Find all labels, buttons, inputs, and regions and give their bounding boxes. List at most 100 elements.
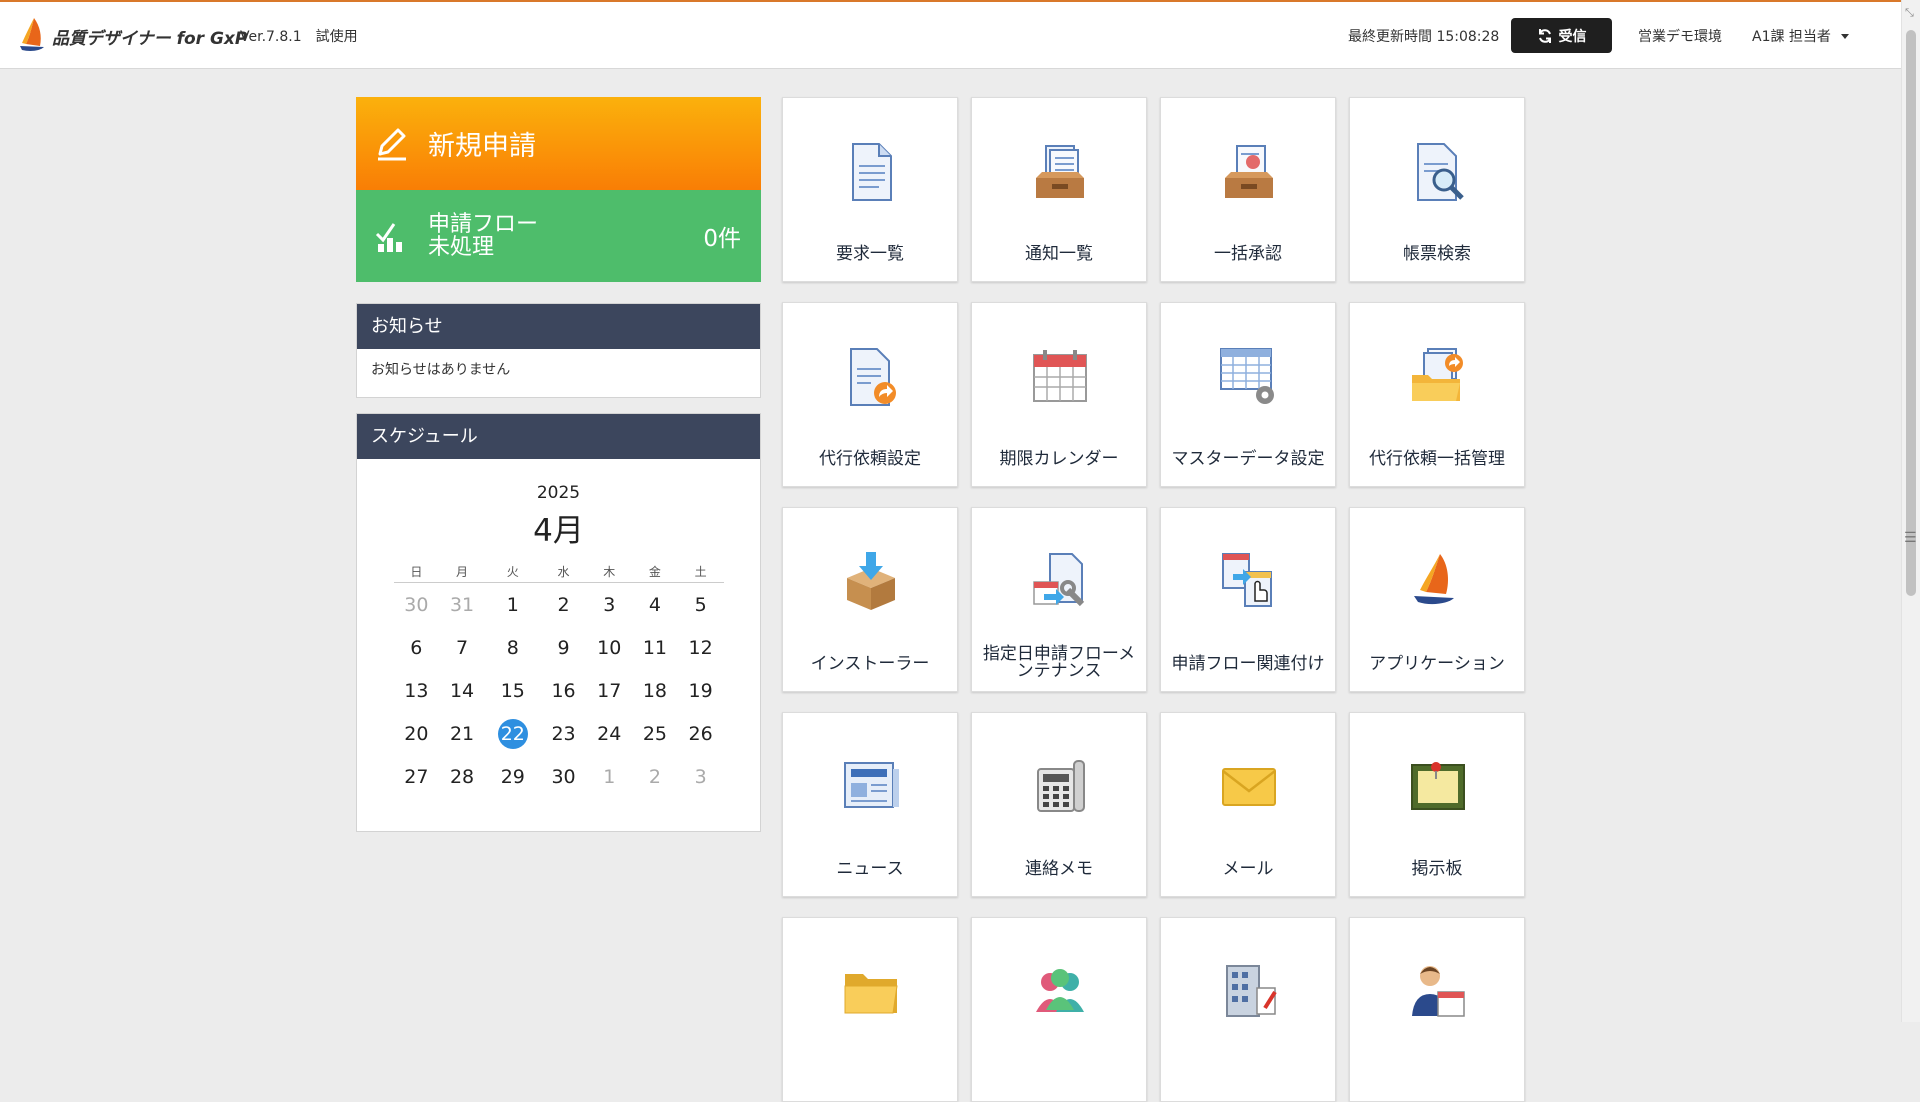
calendar-week: 30 31 1 2 3 4 5 [394,583,724,627]
menu-tile[interactable]: インストーラー [782,507,958,692]
calendar-day[interactable]: 1 [586,755,632,798]
calendar-day[interactable]: 18 [632,669,678,712]
calendar: 2025 4月 日月火水木金土 30 31 1 2 3 4 5 6 7 8 9 10 11 12 13 14 1… [357,459,760,798]
document-search-icon [1417,143,1464,201]
folder-forward-icon [1412,348,1463,401]
menu-tile-label: 代行依頼一括管理 [1369,449,1505,469]
calendar-day[interactable]: 4 [632,583,678,627]
menu-tile[interactable]: 期限カレンダー [971,302,1147,487]
calendar-day[interactable]: 29 [485,755,541,798]
pending-flow-tile[interactable]: 申請フロー 未処理 0件 [356,190,761,282]
menu-tile[interactable]: 帳票検索 [1349,97,1525,282]
caret-down-icon [1840,33,1849,39]
menu-tile-label: 帳票検索 [1403,244,1471,264]
receive-button[interactable]: 受信 [1511,18,1612,53]
schedule-title: スケジュール [357,414,760,459]
new-application-label: 新規申請 [428,131,536,162]
calendar-day[interactable]: 30 [541,755,587,798]
approval-tray-icon [1225,145,1273,198]
menu-tile[interactable]: 指定日申請フローメンテナンス [971,507,1147,692]
menu-tile-label: メール [1222,859,1274,879]
menu-tile[interactable]: ニュース [782,712,958,897]
menu-tile[interactable]: アプリケーション [1349,507,1525,692]
menu-tile[interactable] [1349,917,1525,1102]
calendar-day[interactable]: 7 [439,626,485,669]
calendar-day[interactable]: 8 [485,626,541,669]
calendar-day[interactable]: 1 [485,583,541,627]
calendar-day[interactable]: 11 [632,626,678,669]
weekday-header: 日 [393,560,440,583]
user-name: A1課 担当者 [1752,29,1831,45]
app-name: 品質デザイナー for GxP [52,29,248,49]
person-calendar-icon [1412,966,1465,1017]
calendar-day[interactable]: 13 [394,669,440,712]
calendar-day[interactable]: 21 [439,712,485,755]
calendar-day[interactable]: 3 [678,755,724,798]
calendar-day[interactable]: 12 [678,626,724,669]
new-application-tile[interactable]: 新規申請 [356,97,761,190]
calendar-day[interactable]: 15 [485,669,541,712]
menu-tile[interactable] [971,917,1147,1102]
calendar-day[interactable]: 2 [632,755,678,798]
calendar-day[interactable]: 25 [632,712,678,755]
calendar-week: 13 14 15 16 17 18 19 [394,669,724,712]
document-forward-icon [850,348,896,406]
menu-tile-label: 通知一覧 [1025,244,1093,264]
calendar-day[interactable]: 9 [541,626,587,669]
calendar-day[interactable]: 10 [586,626,632,669]
calendar-day[interactable]: 30 [394,583,440,627]
menu-tile-label: 代行依頼設定 [819,449,921,469]
collapse-icon[interactable]: ⤡ [1905,6,1914,20]
calendar-day[interactable]: 2 [541,583,587,627]
scrollbar-thumb[interactable] [1906,30,1916,596]
calendar-day[interactable]: 16 [541,669,587,712]
sail-logo-icon [1414,554,1454,605]
user-menu[interactable]: A1課 担当者 [1752,26,1849,46]
inbox-tray-icon [1036,145,1084,198]
menu-tile[interactable] [782,917,958,1102]
calendar-day[interactable]: 31 [439,583,485,627]
calendar-week: 27 28 29 30 1 2 3 [394,755,724,798]
notice-title: お知らせ [357,304,760,349]
calendar-day[interactable]: 23 [541,712,587,755]
notice-panel: お知らせ お知らせはありません [356,303,761,398]
menu-tile[interactable]: メール [1160,712,1336,897]
weekday-header: 土 [677,560,724,583]
menu-tile[interactable]: 連絡メモ [971,712,1147,897]
weekday-header: 木 [586,560,633,583]
calendar-day[interactable]: 26 [678,712,724,755]
chart-check-icon [375,223,402,252]
calendar-day[interactable]: 19 [678,669,724,712]
menu-tile-label: 一括承認 [1214,244,1282,264]
menu-tile[interactable]: 代行依頼設定 [782,302,958,487]
menu-tile[interactable] [1160,917,1336,1102]
calendar-day[interactable]: 3 [586,583,632,627]
calendar-day[interactable]: 14 [439,669,485,712]
calendar-day[interactable]: 27 [394,755,440,798]
menu-tile-label: インストーラー [810,654,930,674]
list-toggle-icon[interactable]: ☰ [1904,530,1917,546]
calendar-day[interactable]: 6 [394,626,440,669]
calendar-day[interactable]: 22 [485,712,541,755]
menu-tile[interactable]: 一括承認 [1160,97,1336,282]
weekday-header: 月 [439,560,485,583]
calendar-day[interactable]: 24 [586,712,632,755]
menu-tile[interactable]: 代行依頼一括管理 [1349,302,1525,487]
menu-tile[interactable]: 要求一覧 [782,97,958,282]
calendar-day[interactable]: 17 [586,669,632,712]
document-wrench-icon [1033,553,1085,607]
menu-tile[interactable]: 通知一覧 [971,97,1147,282]
calendar-day[interactable]: 28 [439,755,485,798]
menu-tile[interactable]: マスターデータ設定 [1160,302,1336,487]
calendar-today[interactable]: 22 [497,718,528,749]
menu-tile-label: アプリケーション [1369,654,1505,674]
calendar-day[interactable]: 5 [678,583,724,627]
calendar-day[interactable]: 20 [394,712,440,755]
phone-icon [1037,760,1085,812]
box-download-icon [847,552,895,610]
vertical-scrollbar[interactable]: ⤡ ☰ [1901,0,1920,1022]
menu-tile[interactable]: 申請フロー関連付け [1160,507,1336,692]
menu-tile[interactable]: 掲示板 [1349,712,1525,897]
menu-tile-label: 申請フロー関連付け [1171,654,1325,674]
menu-tile-label: 指定日申請フローメンテナンス [982,644,1136,681]
